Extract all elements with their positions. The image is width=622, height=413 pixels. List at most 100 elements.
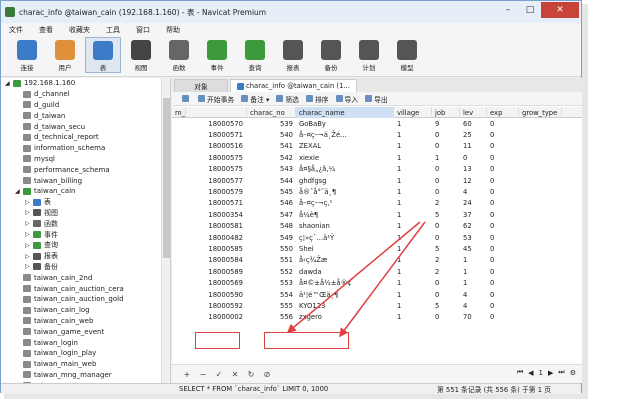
table-row[interactable]: 18000571 546 å–¤ç–¬ç‚¹ 1 2 24 0 bbox=[172, 198, 582, 209]
expand-icon[interactable]: ▷ bbox=[25, 231, 33, 238]
header-lev[interactable]: lev bbox=[460, 107, 487, 118]
page-number[interactable]: 1 bbox=[539, 369, 543, 377]
cell-charac_no[interactable]: 549 bbox=[247, 232, 296, 243]
cell-lev[interactable]: 62 bbox=[460, 221, 487, 232]
cell-job[interactable]: 0 bbox=[432, 289, 460, 300]
table-row[interactable]: 18000482 549 ç¦»ç¯…ä¹Ÿ 1 0 53 0 bbox=[172, 232, 582, 243]
tree-child-item[interactable]: ▷ 视图 bbox=[1, 208, 170, 219]
cell-charac_name[interactable]: å¼è¶ bbox=[296, 209, 394, 220]
cell-village[interactable]: 1 bbox=[394, 312, 432, 323]
tree-db-item[interactable]: d_technical_report bbox=[1, 132, 170, 143]
cell-village[interactable]: 1 bbox=[394, 141, 432, 152]
table-row[interactable]: 18000516 541 ZEXAL 1 0 11 0 bbox=[172, 141, 582, 152]
cell-charac_no[interactable]: 550 bbox=[247, 243, 296, 254]
data-toolbar-transaction-button[interactable]: 开始事务 bbox=[198, 94, 234, 104]
toolbar-table-button[interactable]: 表 bbox=[85, 37, 121, 73]
cell-lev[interactable]: 70 bbox=[460, 312, 487, 323]
cell-charac_no[interactable]: 542 bbox=[247, 152, 296, 163]
cell-exp[interactable]: 0 bbox=[487, 300, 519, 311]
table-row[interactable]: 18000592 555 KYO123 1 5 4 0 bbox=[172, 300, 582, 311]
cell-charac_no[interactable]: 555 bbox=[247, 300, 296, 311]
cell-job[interactable]: 5 bbox=[432, 300, 460, 311]
tab-charac-info[interactable]: charac_info @taiwan_cain (1... bbox=[230, 79, 357, 92]
cell-charac_no[interactable]: 545 bbox=[247, 186, 296, 197]
menu-help[interactable]: 帮助 bbox=[166, 25, 180, 35]
table-row[interactable]: 18000571 540 å–¤ç–¬ä¸Žé... 1 0 25 0 bbox=[172, 129, 582, 140]
cell-charac_name[interactable]: å¤©±å½±å®¢ bbox=[296, 277, 394, 288]
cell-m_id[interactable]: 18000002 bbox=[186, 312, 247, 323]
cell-job[interactable]: 0 bbox=[432, 312, 460, 323]
data-toolbar-sort-button[interactable]: 排序 bbox=[305, 94, 329, 104]
cell-charac_no[interactable]: 547 bbox=[247, 209, 296, 220]
header-grow_type[interactable]: grow_type bbox=[519, 107, 562, 118]
cell-m_id[interactable]: 18000571 bbox=[186, 198, 247, 209]
close-button[interactable]: ✕ bbox=[541, 2, 579, 18]
cell-charac_name[interactable]: å–¤ç–¬ç‚¹ bbox=[296, 198, 394, 209]
cell-job[interactable]: 5 bbox=[432, 243, 460, 254]
cell-charac_no[interactable]: 539 bbox=[247, 118, 296, 129]
cell-village[interactable]: 1 bbox=[394, 209, 432, 220]
cell-charac_name[interactable]: ç¦»ç¯…ä¹Ÿ bbox=[296, 232, 394, 243]
toolbar-query-button[interactable]: 查询 bbox=[237, 37, 273, 72]
expand-icon[interactable]: ◢ bbox=[5, 80, 13, 87]
table-row[interactable]: 18000584 551 å‹ç¾Žæ 1 2 1 0 bbox=[172, 255, 582, 266]
toolbar-schedule-button[interactable]: 计划 bbox=[351, 37, 387, 72]
cell-charac_name[interactable]: zxgero bbox=[296, 312, 394, 323]
header-m_id[interactable]: m_id bbox=[172, 107, 186, 118]
cell-charac_no[interactable]: 543 bbox=[247, 164, 296, 175]
cell-exp[interactable]: 0 bbox=[487, 312, 519, 323]
cell-exp[interactable]: 0 bbox=[487, 152, 519, 163]
cell-job[interactable]: 0 bbox=[432, 175, 460, 186]
tree-db-item[interactable]: taiwan_cain_web bbox=[1, 316, 170, 327]
cell-village[interactable]: 1 bbox=[394, 221, 432, 232]
cell-lev[interactable]: 45 bbox=[460, 243, 487, 254]
cell-village[interactable]: 1 bbox=[394, 164, 432, 175]
table-row[interactable]: 18000569 553 å¤©±å½±å®¢ 1 0 1 0 bbox=[172, 277, 582, 288]
cell-village[interactable]: 1 bbox=[394, 232, 432, 243]
stop-button[interactable]: ⊘ bbox=[262, 369, 272, 379]
cell-village[interactable]: 1 bbox=[394, 300, 432, 311]
cell-charac_no[interactable]: 544 bbox=[247, 175, 296, 186]
cell-charac_no[interactable]: 541 bbox=[247, 141, 296, 152]
cell-lev[interactable]: 53 bbox=[460, 232, 487, 243]
toolbar-function-button[interactable]: 函数 bbox=[161, 37, 197, 72]
cell-m_id[interactable]: 18000589 bbox=[186, 266, 247, 277]
table-row[interactable]: 18000589 552 dawda 1 2 1 0 bbox=[172, 266, 582, 277]
cell-charac_name[interactable]: å¤§å„¿ã‚¼ bbox=[296, 164, 394, 175]
table-row[interactable]: 18000577 544 ghdfgsg 1 0 12 0 bbox=[172, 175, 582, 186]
tree-db-item[interactable]: taiwan_cain_auction_cera bbox=[1, 283, 170, 294]
maximize-button[interactable]: □ bbox=[519, 2, 541, 18]
toolbar-backup-button[interactable]: 备份 bbox=[313, 37, 349, 72]
cell-lev[interactable]: 1 bbox=[460, 277, 487, 288]
tree-child-item[interactable]: ▷ 备份 bbox=[1, 262, 170, 273]
tree-db-item[interactable]: taiwan_cain_auction_gold bbox=[1, 294, 170, 305]
header-village[interactable]: village bbox=[394, 107, 432, 118]
cell-lev[interactable]: 4 bbox=[460, 289, 487, 300]
cell-village[interactable]: 1 bbox=[394, 289, 432, 300]
toolbar-user-button[interactable]: 用户 bbox=[47, 37, 83, 72]
cell-lev[interactable]: 4 bbox=[460, 300, 487, 311]
cell-lev[interactable]: 1 bbox=[460, 266, 487, 277]
cell-charac_name[interactable]: å–¤ç–¬ä¸Žé... bbox=[296, 129, 394, 140]
tree-db-item[interactable]: d_guild bbox=[1, 100, 170, 111]
cell-charac_name[interactable]: Shei bbox=[296, 243, 394, 254]
cell-lev[interactable]: 13 bbox=[460, 164, 487, 175]
cell-charac_name[interactable]: ghdfgsg bbox=[296, 175, 394, 186]
cell-m_id[interactable]: 18000482 bbox=[186, 232, 247, 243]
tree-db-item[interactable]: taiwan_login bbox=[1, 337, 170, 348]
tree-db-item[interactable]: mysql bbox=[1, 154, 170, 165]
menu-view[interactable]: 查看 bbox=[39, 25, 53, 35]
cell-charac_name[interactable]: GoBaBy bbox=[296, 118, 394, 129]
toolbar-glasses-button[interactable]: 视图 bbox=[123, 37, 159, 72]
cell-charac_name[interactable]: å®ˆå°˜ä¸¶ bbox=[296, 186, 394, 197]
cell-m_id[interactable]: 18000575 bbox=[186, 164, 247, 175]
cell-exp[interactable]: 0 bbox=[487, 141, 519, 152]
discard-button[interactable]: ✕ bbox=[230, 369, 240, 379]
cell-job[interactable]: 0 bbox=[432, 186, 460, 197]
table-row[interactable]: 18000575 543 å¤§å„¿ã‚¼ 1 0 13 0 bbox=[172, 164, 582, 175]
cell-charac_no[interactable]: 556 bbox=[247, 312, 296, 323]
cell-job[interactable]: 2 bbox=[432, 198, 460, 209]
cell-charac_no[interactable]: 554 bbox=[247, 289, 296, 300]
cell-lev[interactable]: 37 bbox=[460, 209, 487, 220]
cell-charac_name[interactable]: dawda bbox=[296, 266, 394, 277]
